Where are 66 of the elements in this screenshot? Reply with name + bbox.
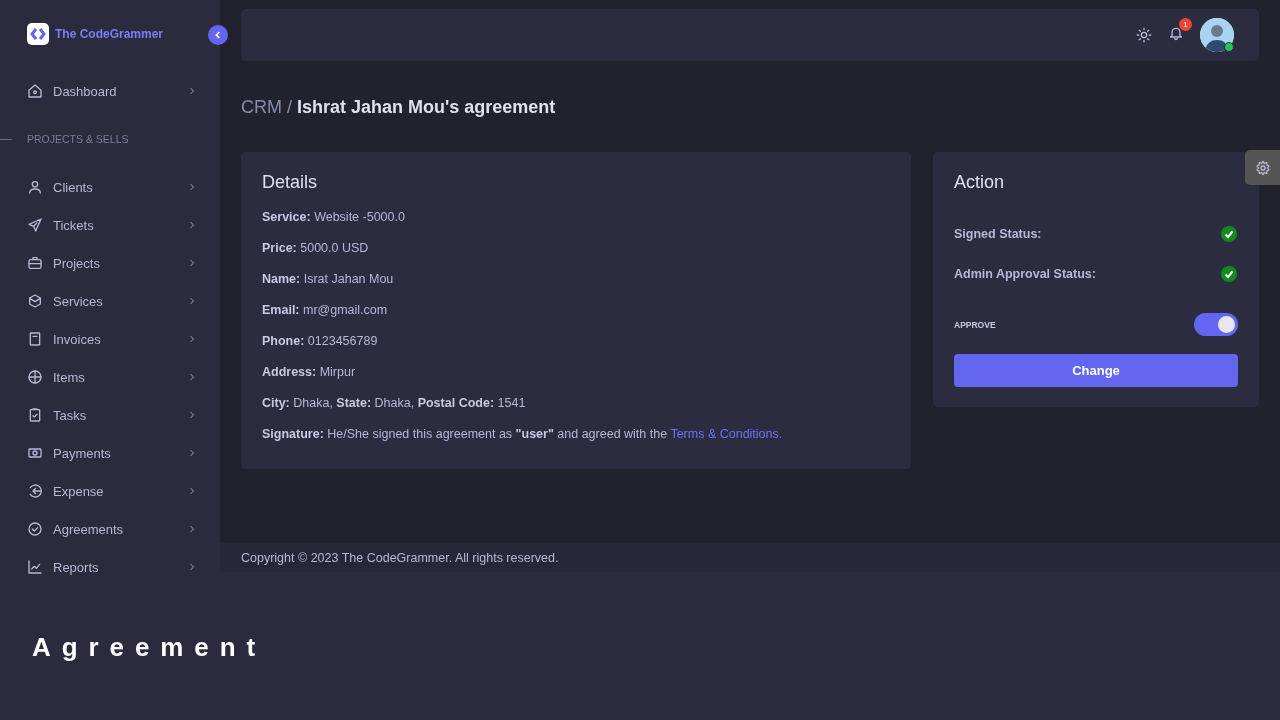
banknote-icon (27, 445, 43, 461)
detail-line: Email: mr@gmail.com (262, 303, 389, 317)
sidebar-item[interactable]: Reports (0, 548, 220, 586)
toggle-label: APPROVE (954, 319, 996, 330)
terms-link[interactable]: Terms & Conditions. (670, 427, 783, 441)
card-title: Action (954, 172, 1006, 193)
section-heading: PROJECTS & SELLS (27, 133, 129, 145)
settings-button[interactable] (1245, 150, 1280, 185)
bell-icon (1168, 25, 1184, 41)
status-label: Signed Status: (954, 227, 1042, 241)
avatar-silhouette[interactable] (1200, 18, 1234, 52)
detail-line: Phone: 0123456789 (262, 334, 379, 348)
status-label: Admin Approval Status: (954, 267, 1096, 281)
hexagon-icon (27, 293, 43, 309)
page-title: Ishrat Jahan Mou's agreement (297, 97, 556, 118)
brand-name: The CodeGrammer (55, 27, 164, 41)
chevron-left-icon (213, 30, 223, 40)
sidebar-item[interactable]: Tasks (0, 396, 220, 434)
approve-toggle[interactable] (1194, 313, 1238, 336)
sidebar-item[interactable]: Tickets (0, 206, 220, 244)
logout-icon (27, 483, 43, 499)
caption-text: Agreement (31, 631, 268, 663)
card-title: Details (262, 172, 319, 193)
sidebar-item-label: Invoices (53, 331, 102, 347)
notification-badge: 1 (1179, 18, 1192, 31)
sidebar-item[interactable]: Clients (0, 168, 220, 206)
sidebar-item-label: Tickets (53, 217, 95, 233)
sidebar-item-label: Services (53, 293, 104, 309)
sidebar-item[interactable]: Projects (0, 244, 220, 282)
detail-line: Price: 5000.0 USD (262, 241, 370, 255)
sidebar-item[interactable]: Expense (0, 472, 220, 510)
change-button[interactable]: Change (954, 354, 1238, 387)
sidebar-item-label: Tasks (53, 407, 88, 423)
sidebar-item-label: Expense (53, 483, 105, 499)
detail-line: Name: Israt Jahan Mou (262, 272, 395, 286)
logo-icon (27, 23, 49, 45)
sidebar-item-label: Agreements (53, 521, 125, 537)
sidebar-item[interactable]: Invoices (0, 320, 220, 358)
home-icon (27, 83, 43, 99)
copyright-text: Copyright © 2023 The CodeGrammer. All rights reserved. (241, 550, 559, 565)
document-icon (27, 331, 43, 347)
sidebar-item-label: Payments (53, 445, 112, 461)
line-chart-icon (27, 559, 43, 575)
sun-icon (1136, 27, 1152, 43)
detail-line: City: Dhaka, State: Dhaka, Postal Code: 1541 (262, 396, 527, 410)
breadcrumb-link[interactable]: CRM / (241, 97, 292, 118)
briefcase-icon (27, 255, 43, 271)
sidebar-item[interactable]: Services (0, 282, 220, 320)
sidebar-item[interactable]: Payments (0, 434, 220, 472)
sidebar-item-label: Items (53, 369, 86, 385)
settings-icon (1254, 159, 1271, 176)
detail-line: Address: Mirpur (262, 365, 357, 379)
sidebar-item-label: Dashboard (53, 83, 118, 99)
sidebar-item-label: Projects (53, 255, 101, 271)
paper-plane-icon (27, 217, 43, 233)
collapse-button[interactable] (208, 25, 228, 45)
sidebar-item-label: Reports (53, 559, 100, 575)
sidebar-item[interactable]: Agreements (0, 510, 220, 548)
signature-line: Signature: He/She signed this agreement as "user" and agreed with the Terms & Conditions. (262, 427, 784, 441)
user-icon (27, 179, 43, 195)
sidebar-item[interactable]: Dashboard (0, 72, 220, 110)
sidebar-item[interactable]: Items (0, 358, 220, 396)
sidebar-item-label: Clients (53, 179, 94, 195)
check-circle-icon (27, 521, 43, 537)
clipboard-check-icon (27, 407, 43, 423)
detail-line: Service: Website -5000.0 (262, 210, 406, 224)
